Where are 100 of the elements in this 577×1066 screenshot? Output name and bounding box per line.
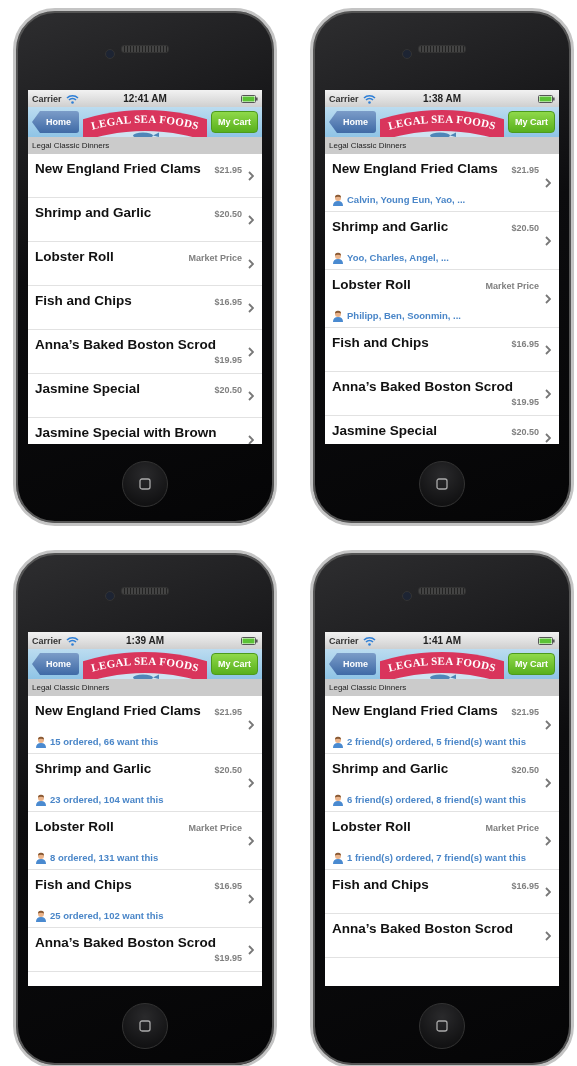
dish-name: Anna’s Baked Boston Scrod [35, 336, 217, 354]
chevron-icon [545, 887, 551, 897]
menu-item-row[interactable]: New England Fried Clams $21.95 15 ordered, 66 want this [28, 696, 262, 754]
dish-price: $19.95 [511, 396, 539, 409]
person-icon [35, 736, 47, 748]
dish-price: $21.95 [511, 164, 539, 177]
menu-item-row[interactable]: Jasmine Special $20.50 [325, 416, 559, 444]
chevron-icon [248, 778, 254, 788]
back-button[interactable]: Home [329, 111, 376, 133]
menu-item-row[interactable]: Lobster Roll Market Price [28, 242, 262, 286]
menu-item-row[interactable]: Anna’s Baked Boston Scrod [325, 914, 559, 958]
section-header: Legal Classic Dinners [325, 679, 559, 696]
chevron-icon [248, 171, 254, 181]
menu-item-row[interactable]: Fish and Chips $16.95 [28, 286, 262, 330]
chevron-icon [248, 303, 254, 313]
menu-item-row[interactable]: Fish and Chips $16.95 [325, 328, 559, 372]
person-icon [35, 910, 47, 922]
home-button[interactable] [419, 460, 465, 507]
dish-name: Fish and Chips [332, 334, 429, 352]
dish-price: $20.50 [214, 764, 242, 777]
dish-price: Market Price [188, 822, 242, 835]
chevron-icon [545, 389, 551, 399]
battery-icon [538, 636, 555, 645]
dish-price: $20.50 [511, 764, 539, 777]
person-icon [35, 794, 47, 806]
section-header: Legal Classic Dinners [325, 137, 559, 154]
dish-name: Fish and Chips [35, 292, 132, 310]
person-icon [332, 736, 344, 748]
dish-name: Lobster Roll [35, 248, 114, 266]
clock-time: 1:41 AM [423, 635, 461, 646]
dish-name: Fish and Chips [35, 876, 132, 894]
chevron-icon [248, 435, 254, 444]
chevron-icon [545, 778, 551, 788]
menu-item-row[interactable]: Shrimp and Garlic $20.50 Yoo, Charles, Angel, ... [325, 212, 559, 270]
dish-name: Fish and Chips [332, 876, 429, 894]
battery-icon [241, 636, 258, 645]
section-header: Legal Classic Dinners [28, 679, 262, 696]
wifi-icon [362, 93, 376, 104]
friends-activity: Yoo, Charles, Angel, ... [347, 251, 449, 264]
dish-price: $21.95 [214, 164, 242, 177]
menu-item-row[interactable]: Fish and Chips $16.95 [325, 870, 559, 914]
dish-price: Market Price [485, 822, 539, 835]
menu-item-row[interactable]: New England Fried Clams $21.95 2 friend(s) ordered, 5 friend(s) want this [325, 696, 559, 754]
home-button[interactable] [122, 460, 168, 507]
dish-price: $20.50 [214, 208, 242, 221]
friends-activity: Calvin, Young Eun, Yao, ... [347, 193, 466, 206]
back-button[interactable]: Home [32, 653, 79, 675]
dish-name: Jasmine Special [35, 380, 141, 398]
menu-item-row[interactable]: Jasmine Special $20.50 [28, 374, 262, 418]
friends-activity: Philipp, Ben, Soonmin, ... [347, 309, 461, 322]
friends-activity: 15 ordered, 66 want this [50, 735, 159, 748]
dish-name: Jasmine Special with Brown [35, 424, 217, 442]
chevron-icon [545, 294, 551, 304]
dish-name: Lobster Roll [332, 818, 411, 836]
dish-price: $16.95 [511, 338, 539, 351]
dish-price: $21.95 [511, 706, 539, 719]
chevron-icon [248, 945, 254, 955]
chevron-icon [248, 836, 254, 846]
menu-item-row[interactable]: Shrimp and Garlic $20.50 6 friend(s) ordered, 8 friend(s) want this [325, 754, 559, 812]
chevron-icon [248, 894, 254, 904]
dish-name: Shrimp and Garlic [35, 204, 152, 222]
back-button[interactable]: Home [32, 111, 79, 133]
person-icon [332, 310, 344, 322]
dish-price: Market Price [485, 280, 539, 293]
chevron-icon [545, 836, 551, 846]
wifi-icon [65, 93, 79, 104]
square-icon [436, 1019, 448, 1032]
back-button[interactable]: Home [329, 653, 376, 675]
dish-price: $20.50 [511, 222, 539, 235]
person-icon [35, 852, 47, 864]
chevron-icon [248, 391, 254, 401]
friends-activity: 2 friend(s) ordered, 5 friend(s) want this [347, 735, 526, 748]
speaker-grille [121, 44, 169, 53]
menu-item-row[interactable]: New England Fried Clams $21.95 Calvin, Young Eun, Yao, ... [325, 154, 559, 212]
chevron-icon [248, 347, 254, 357]
battery-icon [538, 94, 555, 103]
menu-item-row[interactable]: Lobster Roll Market Price Philipp, Ben, Soonmin, ... [325, 270, 559, 328]
dish-price: Market Price [188, 252, 242, 265]
dish-price: $16.95 [511, 880, 539, 893]
clock-time: 1:38 AM [423, 93, 461, 104]
friends-activity: 1 friend(s) ordered, 7 friend(s) want this [347, 851, 526, 864]
dish-price: $16.95 [214, 296, 242, 309]
menu-item-row[interactable]: Fish and Chips $16.95 25 ordered, 102 want this [28, 870, 262, 928]
carrier-label: Carrier [329, 635, 359, 646]
menu-item-row[interactable]: Anna’s Baked Boston Scrod $19.95 [28, 928, 262, 972]
home-button[interactable] [122, 1002, 168, 1049]
menu-item-row[interactable]: Shrimp and Garlic $20.50 23 ordered, 104 want this [28, 754, 262, 812]
home-button[interactable] [419, 1002, 465, 1049]
menu-item-row[interactable]: Shrimp and Garlic $20.50 [28, 198, 262, 242]
menu-item-row[interactable]: Lobster Roll Market Price 8 ordered, 131 want this [28, 812, 262, 870]
speaker-grille [121, 586, 169, 595]
menu-item-row[interactable]: Anna’s Baked Boston Scrod $19.95 [28, 330, 262, 374]
friends-activity: 6 friend(s) ordered, 8 friend(s) want this [347, 793, 526, 806]
dish-name: Lobster Roll [332, 276, 411, 294]
person-icon [332, 252, 344, 264]
dish-name: New England Fried Clams [35, 702, 201, 720]
menu-item-row[interactable]: Lobster Roll Market Price 1 friend(s) ordered, 7 friend(s) want this [325, 812, 559, 870]
chevron-icon [545, 720, 551, 730]
menu-item-row[interactable]: New England Fried Clams $21.95 [28, 154, 262, 198]
menu-item-row[interactable]: Anna’s Baked Boston Scrod $19.95 [325, 372, 559, 416]
